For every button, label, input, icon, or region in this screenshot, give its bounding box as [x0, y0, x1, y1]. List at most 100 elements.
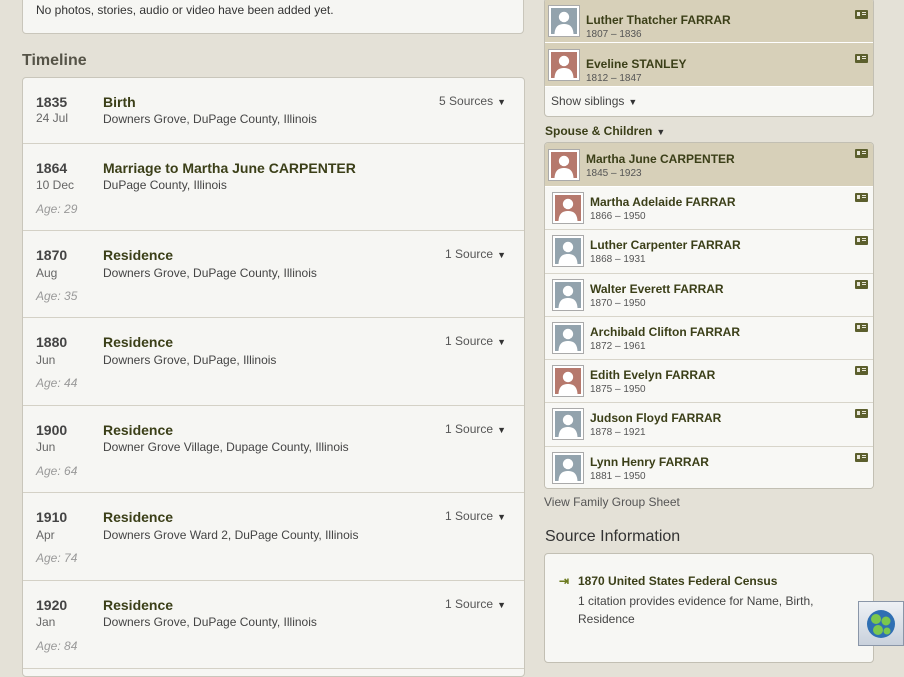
spouse-children-toggle[interactable]: Spouse & Children ▼	[545, 124, 665, 138]
source-panel: ⇥ 1870 United States Federal Census 1 ci…	[544, 553, 874, 663]
event-sources-toggle[interactable]: 1 Source ▼	[445, 334, 506, 348]
event-year: 1835	[36, 94, 68, 110]
child-row[interactable]: Judson Floyd FARRAR 1878 – 1921	[545, 403, 873, 447]
person-silhouette-icon	[553, 236, 583, 267]
person-silhouette-icon	[553, 452, 583, 483]
event-year: 1900	[36, 422, 68, 438]
family-card-icon[interactable]	[855, 193, 868, 202]
timeline-event: 1870 Aug Age: 35 Residence Downers Grove, Du…	[23, 231, 524, 318]
event-age: Age: 74	[36, 551, 78, 565]
event-title[interactable]: Marriage to Martha June CARPENTER	[103, 160, 356, 176]
person-name[interactable]: Martha Adelaide FARRAR	[590, 195, 736, 209]
source-arrow-icon: ⇥	[559, 574, 570, 588]
person-name[interactable]: Lynn Henry FARRAR	[590, 455, 709, 469]
event-sources-toggle[interactable]: 1 Source ▼	[445, 247, 506, 261]
event-sources-toggle[interactable]: 1 Source ▼	[445, 509, 506, 523]
event-title[interactable]: Residence	[103, 422, 173, 438]
event-sources-label: 5 Sources	[439, 94, 494, 108]
person-silhouette-icon	[549, 150, 579, 180]
person-dates: 1872 – 1961	[590, 340, 646, 352]
family-card-icon[interactable]	[855, 10, 868, 19]
timeline-event: 1910 Apr Age: 74 Residence Downers Grove War…	[23, 493, 524, 581]
event-sources-label: 1 Source	[445, 334, 494, 348]
family-panel: Martha June CARPENTER 1845 – 1923 Martha A…	[544, 142, 874, 489]
event-date: 24 Jul	[36, 111, 69, 125]
child-row[interactable]: Luther Carpenter FARRAR 1868 – 1931	[545, 230, 873, 274]
family-card-icon[interactable]	[855, 279, 868, 289]
show-siblings-toggle[interactable]: Show siblings ▼	[551, 94, 637, 108]
person-name[interactable]: Edith Evelyn FARRAR	[590, 368, 715, 382]
caret-down-icon: ▼	[656, 127, 666, 137]
family-card-icon[interactable]	[855, 322, 868, 332]
person-silhouette-icon	[553, 279, 583, 310]
person-silhouette-icon	[553, 193, 583, 223]
child-row[interactable]: Archibald Clifton FARRAR 1872 – 1961	[545, 316, 873, 361]
person-dates: 1845 – 1923	[586, 168, 642, 179]
family-card-icon[interactable]	[855, 409, 868, 419]
person-name[interactable]: Archibald Clifton FARRAR	[590, 325, 740, 339]
app-badge-icon[interactable]	[858, 601, 904, 646]
person-silhouette-icon	[553, 322, 583, 353]
event-title[interactable]: Residence	[103, 597, 173, 613]
event-title[interactable]: Residence	[103, 509, 173, 525]
show-siblings-row: Show siblings ▼	[545, 87, 873, 116]
person-name[interactable]: Martha June CARPENTER	[586, 152, 735, 166]
event-place: Downers Grove, DuPage County, Illinois	[103, 266, 317, 280]
media-panel: No photos, stories, audio or video have …	[22, 0, 524, 34]
media-empty-text: No photos, stories, audio or video have …	[36, 3, 334, 17]
caret-down-icon: ▼	[497, 250, 506, 260]
child-row[interactable]: Walter Everett FARRAR 1870 – 1950	[545, 273, 873, 317]
child-row[interactable]: Edith Evelyn FARRAR 1875 – 1950	[545, 360, 873, 404]
event-place: Downers Grove, DuPage County, Illinois	[103, 615, 317, 629]
timeline-event: 1880 Jun Age: 44 Residence Downers Grove, Du…	[23, 318, 524, 406]
event-place: DuPage County, Illinois	[103, 178, 227, 192]
timeline-heading: Timeline	[22, 52, 87, 69]
caret-down-icon: ▼	[497, 425, 506, 435]
person-name[interactable]: Luther Carpenter FARRAR	[590, 238, 741, 252]
event-age: Age: 44	[36, 376, 78, 390]
child-row[interactable]: Lynn Henry FARRAR 1881 – 1950	[545, 446, 873, 488]
timeline-event: 1900 Jun Age: 64 Residence Downer Grove Vill…	[23, 406, 524, 493]
person-silhouette-icon	[549, 6, 579, 36]
source-name-link[interactable]: 1870 United States Federal Census	[578, 574, 777, 588]
source-description: 1 citation provides evidence for Name, B…	[578, 594, 814, 626]
spouse-row[interactable]: Martha June CARPENTER 1845 – 1923	[545, 143, 873, 187]
family-card-icon[interactable]	[855, 236, 868, 246]
person-name[interactable]: Walter Everett FARRAR	[590, 282, 724, 296]
event-year: 1920	[36, 597, 68, 613]
event-title[interactable]: Residence	[103, 247, 173, 263]
family-card-icon[interactable]	[855, 54, 868, 63]
parent-row[interactable]: Eveline STANLEY 1812 – 1847	[545, 43, 873, 87]
timeline-event: 1864 10 Dec Age: 29 Marriage to Martha June…	[23, 144, 524, 231]
event-year: 1880	[36, 334, 68, 350]
timeline-event: 1835 24 Jul Birth Downers Grove, DuPage Cou…	[23, 78, 524, 144]
timeline-event: 1920 Jan Age: 84 Residence Downers Grove, Du…	[23, 581, 524, 669]
event-sources-toggle[interactable]: 1 Source ▼	[445, 597, 506, 611]
event-sources-toggle[interactable]: 1 Source ▼	[445, 422, 506, 436]
parent-row[interactable]: Luther Thatcher FARRAR 1807 – 1836	[545, 0, 873, 43]
person-name[interactable]: Eveline STANLEY	[586, 57, 686, 71]
person-dates: 1870 – 1950	[590, 297, 646, 309]
event-sources-toggle[interactable]: 5 Sources ▼	[439, 94, 506, 108]
person-name[interactable]: Luther Thatcher FARRAR	[586, 13, 731, 27]
person-silhouette-icon	[553, 366, 583, 397]
event-title[interactable]: Residence	[103, 334, 173, 350]
person-dates: 1875 – 1950	[590, 384, 646, 396]
person-name[interactable]: Judson Floyd FARRAR	[590, 411, 721, 425]
event-place: Downer Grove Village, Dupage County, Ill…	[103, 440, 349, 454]
caret-down-icon: ▼	[628, 97, 638, 107]
family-card-icon[interactable]	[855, 149, 868, 158]
caret-down-icon: ▼	[497, 512, 506, 522]
event-age: Age: 64	[36, 464, 78, 478]
family-card-icon[interactable]	[855, 366, 868, 376]
person-dates: 1878 – 1921	[590, 427, 646, 439]
family-card-icon[interactable]	[855, 452, 868, 462]
event-date: 10 Dec	[36, 178, 75, 192]
view-family-group-sheet-link[interactable]: View Family Group Sheet	[544, 495, 680, 509]
person-dates: 1881 – 1950	[590, 470, 646, 482]
event-title[interactable]: Birth	[103, 94, 136, 110]
event-age: Age: 84	[36, 639, 78, 653]
child-row[interactable]: Martha Adelaide FARRAR 1866 – 1950	[545, 187, 873, 231]
event-date: Jan	[36, 615, 56, 629]
show-siblings-label: Show siblings	[551, 94, 625, 108]
